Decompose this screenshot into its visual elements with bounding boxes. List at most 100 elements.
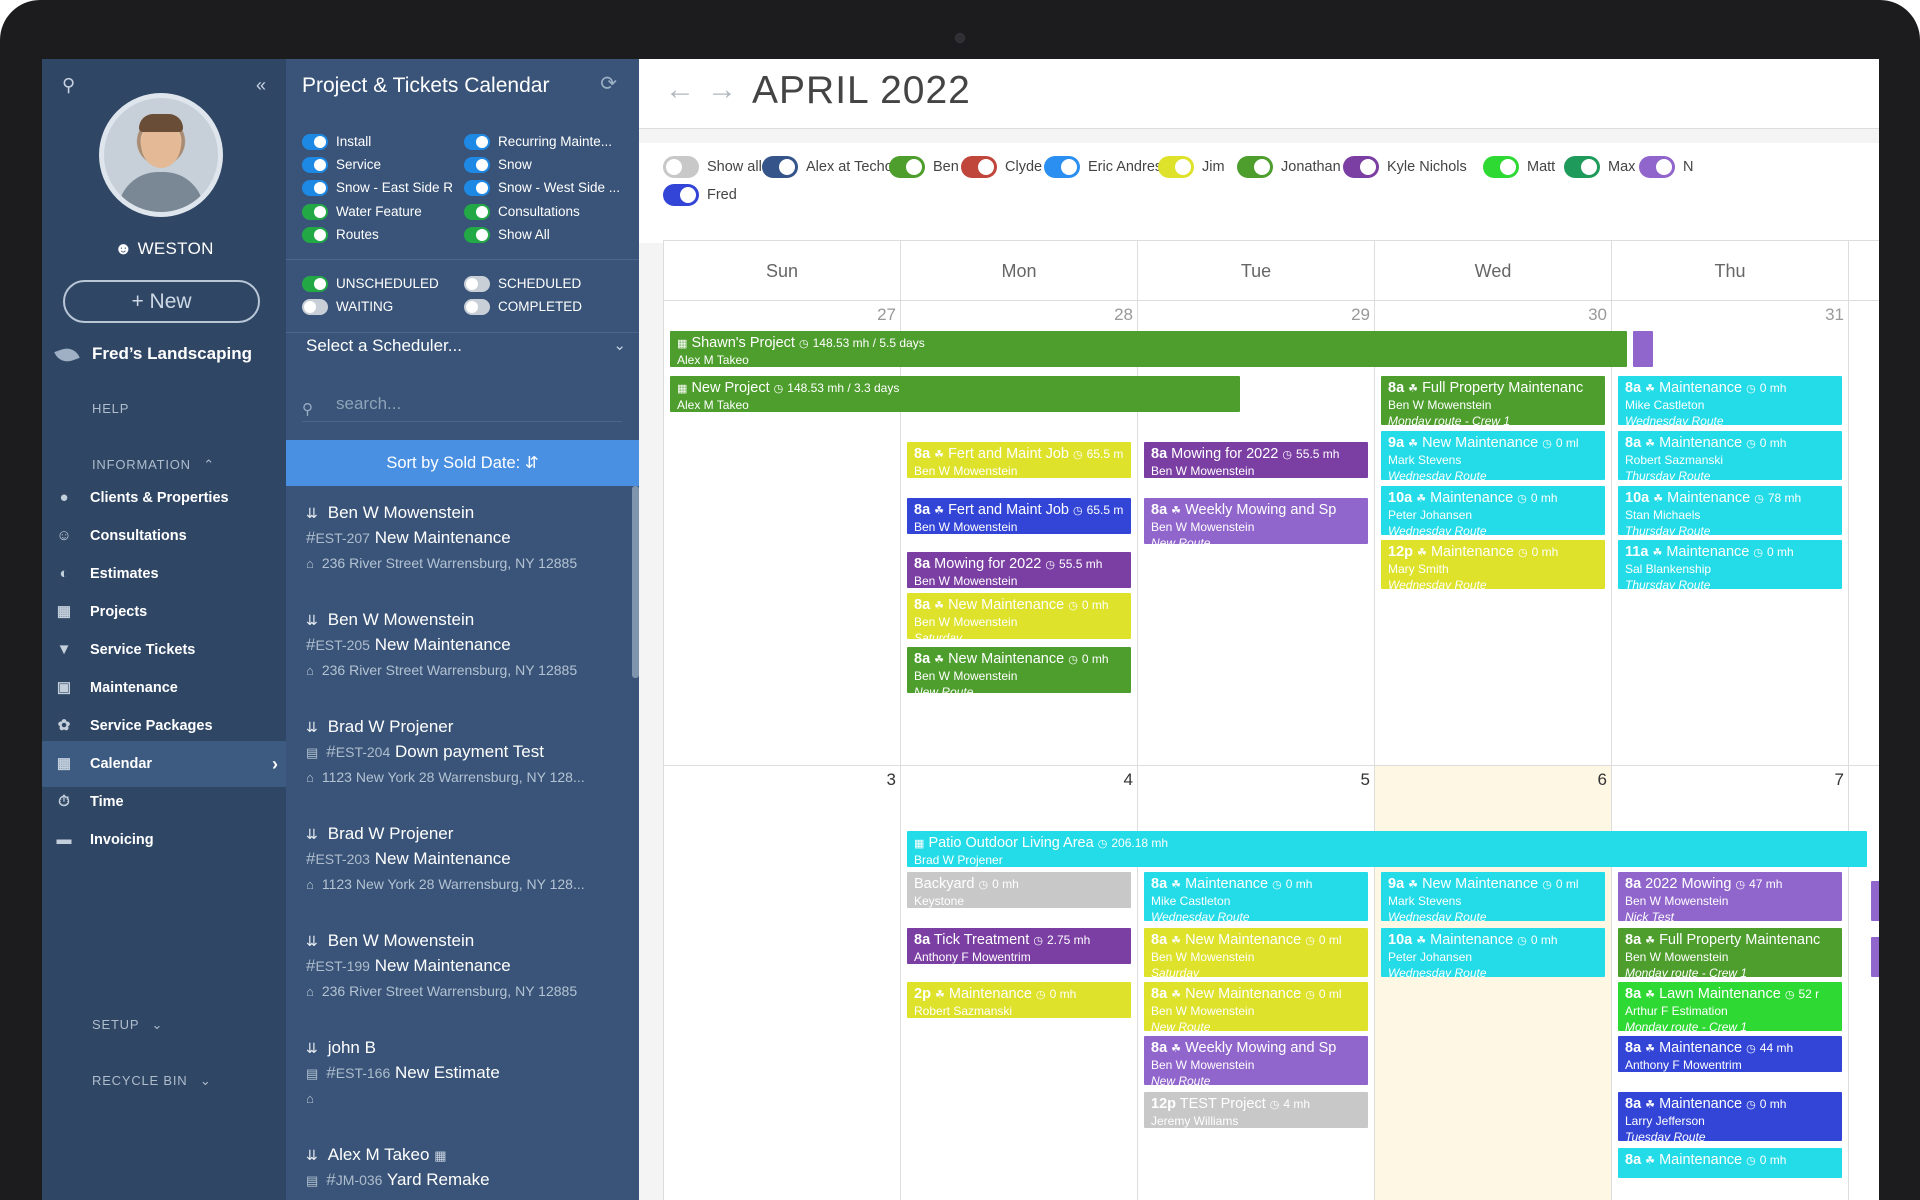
toggle-switch[interactable] (464, 157, 490, 174)
person-filter-0[interactable]: Show all (663, 155, 762, 179)
calendar-event[interactable]: 8a Mowing for 2022 ◷ 55.5 mh Ben W Mowens… (907, 552, 1131, 588)
calendar-event[interactable]: 12p TEST Project ◷ 4 mh Jeremy Williams (1144, 1092, 1368, 1128)
list-item[interactable]: ⇊ john B ▤ #EST-166 New Estimate ⌂ (306, 1036, 626, 1110)
calendar-event[interactable] (1871, 881, 1879, 921)
unscheduled-toggle[interactable]: UNSCHEDULED (302, 274, 439, 294)
company-name[interactable]: Fred’s Landscaping (54, 344, 252, 374)
calendar-event[interactable]: 8a Tick Treatment ◷ 2.75 mh Anthony F Mow… (907, 928, 1131, 964)
setup-section[interactable]: SETUP ⌄ (92, 1017, 163, 1033)
toggle-switch[interactable] (1044, 156, 1080, 179)
calendar-event[interactable]: 12p ☘ Maintenance ◷ 0 mh Mary Smith Wednes… (1381, 540, 1605, 589)
toggle-switch[interactable] (663, 184, 699, 207)
collapse-icon[interactable]: « (256, 73, 266, 97)
list-item[interactable]: ⇊ Alex M Takeo ▦ ▤ #JM-036 Yard Remake ⌂ (306, 1143, 626, 1200)
person-filter-5[interactable]: Jim (1158, 155, 1225, 179)
filter-toggle-right-2[interactable]: Snow - West Side ... (464, 178, 629, 198)
filter-toggle-right-0[interactable]: Recurring Mainte... (464, 132, 629, 152)
filter-toggle-right-3[interactable]: Consultations (464, 202, 629, 222)
calendar-event[interactable]: 8a ☘ Maintenance ◷ 0 mh Robert Sazmanski T… (1618, 431, 1842, 480)
calendar-event[interactable]: 9a ☘ New Maintenance ◷ 0 ml Mark Stevens W… (1381, 872, 1605, 921)
calendar-event[interactable]: 8a 2022 Mowing ◷ 47 mh Ben W Mowenstein Ni… (1618, 872, 1842, 921)
calendar-event[interactable]: 8a ☘ Full Property Maintenanc Ben W Mowen… (1618, 928, 1842, 977)
toggle-switch[interactable] (302, 276, 328, 293)
calendar-event[interactable]: 8a ☘ Maintenance ◷ 44 mh Anthony F Mowent… (1618, 1036, 1842, 1072)
help-section[interactable]: HELP (92, 401, 129, 416)
calendar-event[interactable]: 10a ☘ Maintenance ◷ 0 mh Peter Johansen We… (1381, 928, 1605, 977)
person-filter-3[interactable]: Clyde (961, 155, 1042, 179)
person-filter-7[interactable]: Kyle Nichols (1343, 155, 1467, 179)
calendar-event[interactable]: 8a ☘ New Maintenance ◷ 0 ml Ben W Mowenst… (1144, 982, 1368, 1031)
toggle-switch[interactable] (961, 156, 997, 179)
person-filter-2[interactable]: Ben (889, 155, 959, 179)
person-filter-10[interactable]: N (1639, 155, 1693, 179)
user-name[interactable]: ☻ WESTON (42, 239, 286, 259)
scrollbar[interactable] (632, 486, 639, 678)
filter-toggle-4[interactable]: Routes (302, 225, 452, 245)
toggle-switch[interactable] (302, 134, 328, 151)
scheduler-select[interactable]: Select a Scheduler... ⌄ (306, 336, 626, 356)
toggle-switch[interactable] (302, 299, 328, 316)
day-cell[interactable]: 27 (664, 301, 901, 766)
calendar-event[interactable]: 8a ☘ Lawn Maintenance ◷ 52 r Arthur F Est… (1618, 982, 1842, 1031)
list-item[interactable]: ⇊ Brad W Projener ▤ #EST-204 Down payment T… (306, 715, 626, 789)
calendar-event[interactable]: 8a ☘ Maintenance ◷ 0 mh Larry Jefferson Tu… (1618, 1092, 1842, 1141)
search-icon[interactable]: ⚲ (62, 73, 75, 97)
person-filter-6[interactable]: Jonathan (1237, 155, 1341, 179)
toggle-switch[interactable] (1158, 156, 1194, 179)
completed-toggle[interactable]: COMPLETED (464, 297, 582, 317)
prev-month-icon[interactable]: ← (665, 73, 695, 107)
calendar-event[interactable]: 8a ☘ Maintenance ◷ 0 mh Mike Castleton Wed… (1144, 872, 1368, 921)
person-filter-1[interactable]: Alex at Techo (762, 155, 893, 179)
scheduled-toggle[interactable]: SCHEDULED (464, 274, 581, 294)
filter-toggle-0[interactable]: Install (302, 132, 452, 152)
toggle-switch[interactable] (464, 227, 490, 244)
calendar-event[interactable] (1633, 331, 1653, 367)
waiting-toggle[interactable]: WAITING (302, 297, 393, 317)
toggle-switch[interactable] (1237, 156, 1273, 179)
toggle-switch[interactable] (1483, 156, 1519, 179)
list-item[interactable]: ⇊ Ben W Mowenstein #EST-199 New Maintenanc… (306, 929, 626, 1003)
refresh-icon[interactable]: ⟳ (600, 71, 617, 96)
calendar-event[interactable]: 2p ☘ Maintenance ◷ 0 mh Robert Sazmanski (907, 982, 1131, 1018)
toggle-switch[interactable] (762, 156, 798, 179)
calendar-event[interactable]: 9a ☘ New Maintenance ◷ 0 ml Mark Stevens W… (1381, 431, 1605, 480)
list-item[interactable]: ⇊ Ben W Mowenstein #EST-207 New Maintenanc… (306, 501, 626, 575)
calendar-event[interactable] (1871, 937, 1879, 977)
toggle-switch[interactable] (302, 204, 328, 221)
calendar-event[interactable]: ▦ Shawn's Project ◷ 148.53 mh / 5.5 days… (670, 331, 1627, 367)
toggle-switch[interactable] (302, 180, 328, 197)
search-input[interactable] (336, 394, 606, 414)
toggle-switch[interactable] (464, 204, 490, 221)
calendar-event[interactable]: 8a Mowing for 2022 ◷ 55.5 mh Ben W Mowens… (1144, 442, 1368, 478)
calendar-event[interactable]: 8a ☘ Fert and Maint Job ◷ 65.5 m Ben W Mo… (907, 498, 1131, 534)
filter-toggle-1[interactable]: Service (302, 155, 452, 175)
toggle-switch[interactable] (464, 134, 490, 151)
calendar-event[interactable]: 8a ☘ Weekly Mowing and Sp Ben W Mowenstei… (1144, 1036, 1368, 1085)
list-item[interactable]: ⇊ Brad W Projener #EST-203 New Maintenance… (306, 822, 626, 896)
next-month-icon[interactable]: → (707, 73, 737, 107)
toggle-switch[interactable] (889, 156, 925, 179)
toggle-switch[interactable] (302, 157, 328, 174)
sidebar-item-invoicing[interactable]: ▬ Invoicing (42, 817, 286, 863)
person-filter-11[interactable]: Fred (663, 183, 737, 207)
filter-toggle-3[interactable]: Water Feature (302, 202, 452, 222)
information-section[interactable]: INFORMATION ⌃ (92, 457, 215, 473)
calendar-event[interactable]: 8a ☘ Maintenance ◷ 0 mh Mike Castleton Wed… (1618, 376, 1842, 425)
toggle-switch[interactable] (663, 156, 699, 179)
filter-toggle-right-4[interactable]: Show All (464, 225, 629, 245)
filter-toggle-2[interactable]: Snow - East Side R... (302, 178, 452, 198)
person-filter-4[interactable]: Eric Andres (1044, 155, 1162, 179)
filter-toggle-right-1[interactable]: Snow (464, 155, 629, 175)
calendar-event[interactable]: 8a ☘ Maintenance ◷ 0 mh (1618, 1148, 1842, 1178)
calendar-event[interactable]: 8a ☘ New Maintenance ◷ 0 mh Ben W Mowenst… (907, 593, 1131, 639)
toggle-switch[interactable] (464, 180, 490, 197)
calendar-event[interactable]: 8a ☘ Fert and Maint Job ◷ 65.5 m Ben W Mo… (907, 442, 1131, 478)
recycle-bin-section[interactable]: RECYCLE BIN ⌄ (92, 1073, 212, 1089)
new-button[interactable]: + New (63, 280, 260, 323)
toggle-switch[interactable] (302, 227, 328, 244)
toggle-switch[interactable] (1564, 156, 1600, 179)
calendar-event[interactable]: 11a ☘ Maintenance ◷ 0 mh Sal Blankenship T… (1618, 540, 1842, 589)
calendar-event[interactable]: ▦ New Project ◷ 148.53 mh / 3.3 days Alex… (670, 376, 1240, 412)
calendar-event[interactable]: 8a ☘ New Maintenance ◷ 0 ml Ben W Mowenst… (1144, 928, 1368, 977)
day-cell[interactable]: 3 (664, 766, 901, 1200)
